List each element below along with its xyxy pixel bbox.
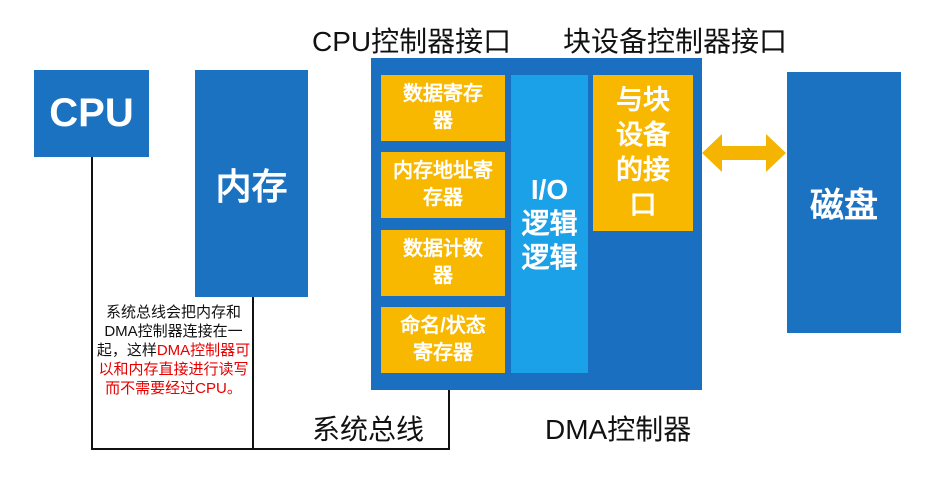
- data-counter: 数据计数器: [381, 230, 505, 296]
- memory-label: 内存: [215, 165, 288, 207]
- data-counter-label: 数据计数器: [403, 238, 483, 287]
- command-status-register-label: 命名/状态寄存器: [400, 315, 486, 364]
- disk-label: 磁盘: [810, 187, 878, 225]
- dma-controller: 数据寄存器 内存地址寄存器 数据计数器 命名/状态寄存器 I/O逻辑逻辑 与块设…: [371, 58, 702, 390]
- system-bus-line: [91, 448, 450, 450]
- dma-controller-label: DMA控制器: [545, 414, 692, 445]
- bus-note: 系统总线会把内存和DMA控制器连接在一起，这样DMA控制器可以和内存直接进行读写…: [95, 303, 252, 398]
- dma-bus-line: [448, 388, 450, 450]
- io-logic-label: I/O逻辑逻辑: [521, 174, 578, 273]
- cpu-label: CPU: [49, 91, 134, 135]
- cpu-bus-line: [91, 157, 93, 450]
- memory-address-register: 内存地址寄存器: [381, 152, 505, 218]
- cpu-interface-label: CPU控制器接口: [312, 26, 512, 57]
- memory-address-register-label: 内存地址寄存器: [393, 160, 493, 209]
- block-interface-label: 块设备控制器接口: [563, 26, 788, 57]
- block-device-interface-label: 与块设备的接口: [616, 85, 670, 220]
- cpu-box: CPU: [34, 70, 149, 157]
- double-arrow-icon: [702, 134, 786, 172]
- memory-box: 内存: [195, 70, 308, 297]
- data-register: 数据寄存器: [381, 75, 505, 141]
- io-logic: I/O逻辑逻辑: [511, 75, 588, 373]
- data-register-label: 数据寄存器: [403, 83, 483, 132]
- disk-box: 磁盘: [787, 72, 901, 333]
- memory-bus-line: [252, 297, 254, 450]
- system-bus-label: 系统总线: [312, 414, 425, 445]
- command-status-register: 命名/状态寄存器: [381, 307, 505, 373]
- block-device-interface: 与块设备的接口: [593, 75, 693, 231]
